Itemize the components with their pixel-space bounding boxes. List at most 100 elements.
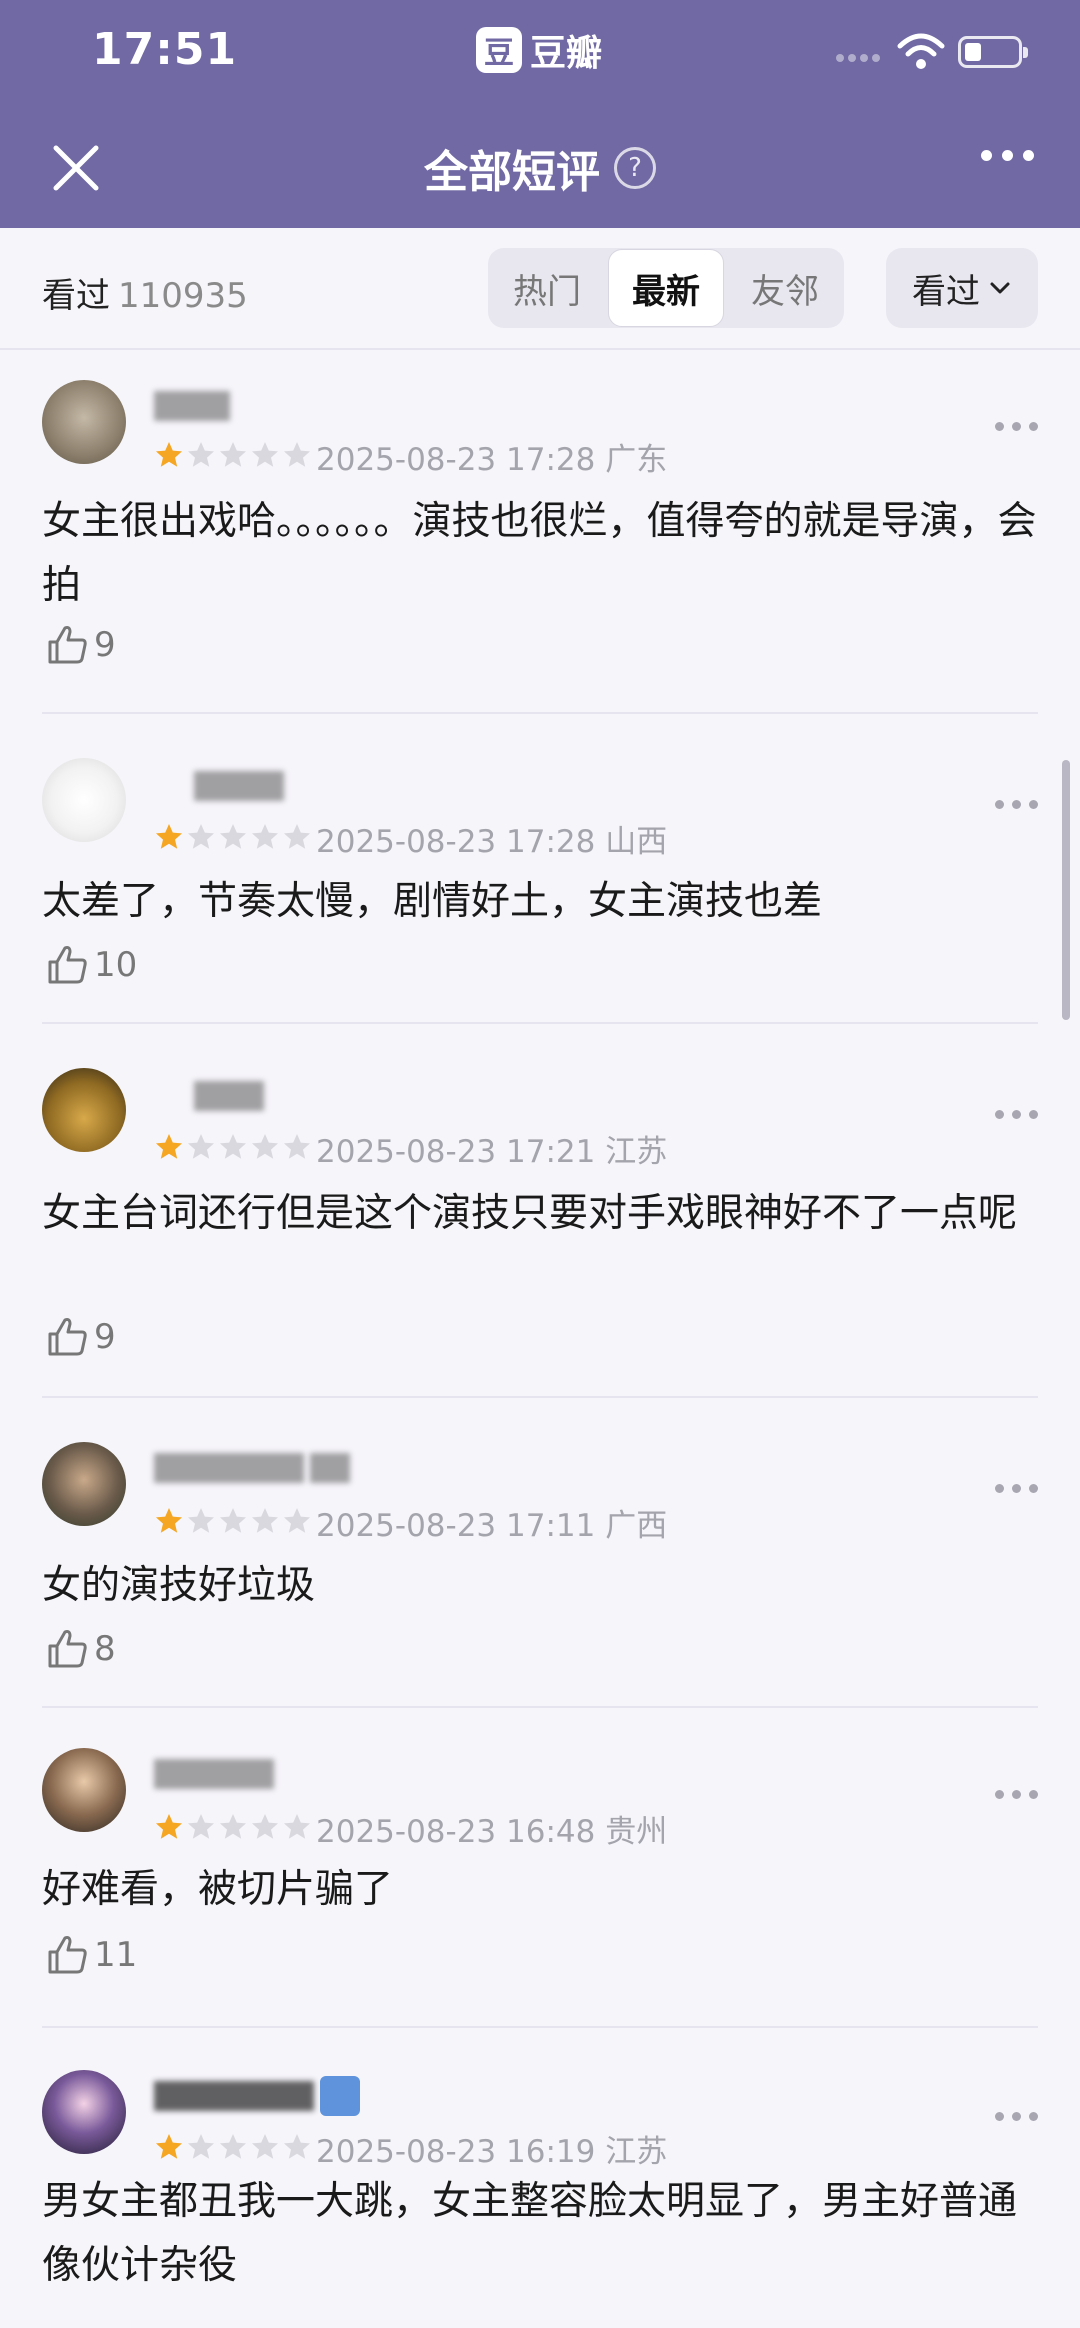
star-empty-icon xyxy=(284,1508,310,1533)
seen-dropdown-label: 看过 xyxy=(912,271,980,312)
star-empty-icon xyxy=(284,1134,310,1159)
user-avatar[interactable] xyxy=(42,1748,126,1832)
username-blurred[interactable] xyxy=(154,386,230,426)
tab-friends[interactable]: 友邻 xyxy=(728,250,842,326)
like-count: 9 xyxy=(94,625,116,665)
star-empty-icon xyxy=(220,824,246,849)
review-time: 2025-08-23 16:19 xyxy=(316,2134,596,2170)
battery-icon xyxy=(958,36,1028,68)
review-location: 江苏 xyxy=(605,1134,668,1170)
review-meta: 2025-08-23 16:48 贵州 xyxy=(316,1806,667,1851)
star-empty-icon xyxy=(284,824,310,849)
thumbs-up-icon xyxy=(48,1936,87,1974)
username-blurred[interactable] xyxy=(154,2076,360,2116)
user-avatar[interactable] xyxy=(42,2070,126,2154)
like-count: 10 xyxy=(94,945,138,985)
seen-count-label: 看过 110935 xyxy=(42,268,248,317)
star-empty-icon xyxy=(188,442,214,467)
review-time: 2025-08-23 17:28 xyxy=(316,824,596,860)
filter-bar: 看过 110935 热门 最新 友邻 看过 xyxy=(0,228,1080,350)
username-blurred[interactable] xyxy=(154,1076,264,1116)
tab-hot[interactable]: 热门 xyxy=(490,250,604,326)
star-empty-icon xyxy=(252,2134,278,2159)
review-more-icon[interactable] xyxy=(995,1790,1038,1799)
seen-count: 110935 xyxy=(118,276,248,316)
page-title: 全部短评 xyxy=(424,147,600,198)
like-button[interactable]: 11 xyxy=(44,1932,137,1978)
star-empty-icon xyxy=(252,1814,278,1839)
review-text: 女的演技好垃圾 xyxy=(42,1563,316,1608)
star-rating xyxy=(154,440,312,470)
review-text: 女主台词还行但是这个演技只要对手戏眼神好不了一点呢 xyxy=(42,1191,1018,1236)
user-avatar[interactable] xyxy=(42,758,126,842)
username-blurred[interactable] xyxy=(154,766,284,806)
star-empty-icon xyxy=(220,1508,246,1533)
thumbs-up-icon xyxy=(48,1630,87,1668)
review-location: 广东 xyxy=(605,442,668,478)
star-rating xyxy=(154,822,312,852)
review-item: 2025-08-23 17:28 广东 女主很出戏哈。。。。。。演技也很烂，值得… xyxy=(42,350,1038,714)
review-more-icon[interactable] xyxy=(995,422,1038,431)
like-button[interactable]: 9 xyxy=(44,622,116,668)
review-more-icon[interactable] xyxy=(995,1110,1038,1119)
user-avatar[interactable] xyxy=(42,1068,126,1152)
star-empty-icon xyxy=(284,1814,310,1839)
review-meta: 2025-08-23 17:21 江苏 xyxy=(316,1126,667,1171)
nav-bar: 全部短评 ? xyxy=(0,110,1080,228)
like-button[interactable]: 9 xyxy=(44,1314,116,1360)
signal-icon xyxy=(836,54,886,62)
like-count: 9 xyxy=(94,1317,116,1357)
star-filled-icon xyxy=(156,824,182,849)
username-blurred[interactable] xyxy=(154,1754,274,1794)
review-meta: 2025-08-23 17:28 广东 xyxy=(316,434,667,479)
review-item: 2025-08-23 16:19 江苏 男女主都丑我一大跳，女主整容脸太明显了，… xyxy=(42,2028,1038,2328)
status-bar: 17:51 豆 豆瓣 xyxy=(0,0,1080,110)
star-empty-icon xyxy=(252,442,278,467)
seen-label-text: 看过 xyxy=(42,276,110,316)
app-badge: 豆 豆瓣 xyxy=(476,24,602,76)
page-title-wrap: 全部短评 ? xyxy=(0,136,1080,200)
star-empty-icon xyxy=(252,824,278,849)
douban-logo-icon: 豆 xyxy=(476,27,522,73)
seen-filter-dropdown[interactable]: 看过 xyxy=(886,248,1038,328)
star-empty-icon xyxy=(188,1134,214,1159)
review-meta: 2025-08-23 17:28 山西 xyxy=(316,816,667,861)
star-empty-icon xyxy=(220,2134,246,2159)
review-text: 好难看，被切片骗了 xyxy=(42,1867,394,1912)
username-blurred[interactable] xyxy=(154,1448,350,1488)
review-location: 广西 xyxy=(605,1508,668,1544)
review-time: 2025-08-23 16:48 xyxy=(316,1814,596,1850)
sort-tabs: 热门 最新 友邻 xyxy=(488,248,844,328)
star-empty-icon xyxy=(252,1134,278,1159)
star-filled-icon xyxy=(156,1508,182,1533)
thumbs-up-icon xyxy=(48,1318,87,1356)
like-button[interactable]: 10 xyxy=(44,942,137,988)
help-icon[interactable]: ? xyxy=(614,147,656,189)
scrollbar[interactable] xyxy=(1062,760,1070,1020)
review-item: 2025-08-23 17:11 广西 女的演技好垃圾 8 xyxy=(42,1398,1038,1708)
user-avatar[interactable] xyxy=(42,380,126,464)
review-item: 2025-08-23 17:28 山西 太差了，节奏太慢，剧情好土，女主演技也差… xyxy=(42,714,1038,1024)
star-filled-icon xyxy=(156,442,182,467)
chevron-down-icon xyxy=(990,282,1010,294)
star-empty-icon xyxy=(284,442,310,467)
star-empty-icon xyxy=(188,2134,214,2159)
like-count: 8 xyxy=(94,1629,116,1669)
star-rating xyxy=(154,1506,312,1536)
review-more-icon[interactable] xyxy=(995,1484,1038,1493)
review-text: 男女主都丑我一大跳，女主整容脸太明显了，男主好普通像伙计杂役 xyxy=(42,2179,1018,2288)
review-text: 女主很出戏哈。。。。。。演技也很烂，值得夸的就是导演，会拍 xyxy=(42,499,1037,608)
tab-latest[interactable]: 最新 xyxy=(608,249,724,327)
review-text: 太差了，节奏太慢，剧情好土，女主演技也差 xyxy=(42,879,823,924)
review-more-icon[interactable] xyxy=(995,800,1038,809)
like-button[interactable]: 8 xyxy=(44,1626,116,1672)
like-count: 11 xyxy=(94,1935,138,1975)
more-options-icon[interactable] xyxy=(981,150,1034,161)
user-avatar[interactable] xyxy=(42,1442,126,1526)
star-rating xyxy=(154,1132,312,1162)
star-empty-icon xyxy=(188,1814,214,1839)
review-item: 2025-08-23 17:21 江苏 女主台词还行但是这个演技只要对手戏眼神好… xyxy=(42,1024,1038,1398)
star-empty-icon xyxy=(220,442,246,467)
review-more-icon[interactable] xyxy=(995,2112,1038,2121)
star-empty-icon xyxy=(220,1814,246,1839)
